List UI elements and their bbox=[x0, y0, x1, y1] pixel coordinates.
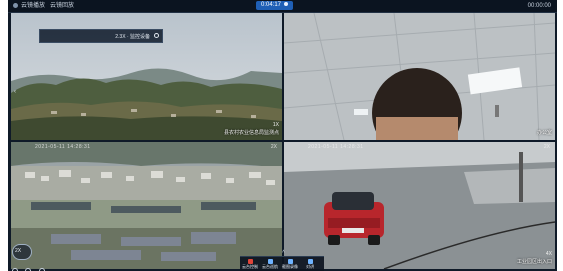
dock-capture[interactable]: 截图录像 bbox=[282, 258, 298, 271]
dock-intercom[interactable]: 对讲 bbox=[302, 258, 318, 271]
town-aerial-feed bbox=[11, 142, 282, 269]
video-monitor-app: 云镜播放 云镜回放 0:04:17 00:00:00 2.3X · 监控设备 县… bbox=[8, 0, 557, 271]
video-pane-2[interactable]: 办公室 bbox=[284, 13, 555, 140]
road-camera-feed bbox=[284, 142, 555, 269]
dock-ptz-control[interactable]: 云台控制 bbox=[242, 258, 258, 271]
overlay-tag: 4X bbox=[545, 251, 552, 257]
dock-label: 截图录像 bbox=[282, 264, 298, 269]
zoom-value: 2X bbox=[15, 248, 22, 254]
camera-label: 工业园区出入口 bbox=[516, 259, 552, 265]
zoom-control[interactable]: 2X bbox=[12, 244, 32, 260]
video-pane-4[interactable]: 2021-05-11 14:28:31 2X 工业园区出入口 4X bbox=[284, 142, 555, 269]
clock-icon bbox=[284, 2, 289, 7]
video-pane-3[interactable]: 2021-05-11 14:28:31 2X bbox=[11, 142, 282, 269]
dock-label: 云台巡航 bbox=[262, 264, 278, 269]
top-right-time: 00:00:00 bbox=[527, 3, 551, 9]
ptz-info-box: 2.3X · 监控设备 bbox=[39, 29, 163, 43]
zoom-tag: 1X bbox=[272, 122, 279, 128]
camera-name: 办公室 bbox=[536, 130, 552, 136]
prev-arrow-icon[interactable]: ‹ bbox=[14, 88, 18, 96]
refresh-icon[interactable] bbox=[154, 33, 159, 38]
dock-label: 对讲 bbox=[306, 264, 314, 269]
tab-live[interactable]: 云镜播放 bbox=[21, 2, 45, 10]
bottom-dock: 云台控制 云台巡航 截图录像 对讲 bbox=[240, 256, 324, 271]
zoom-tag: 2X bbox=[543, 144, 550, 150]
camera-label: 办公室 bbox=[537, 130, 552, 137]
chevron-up-icon[interactable]: ˄ bbox=[280, 250, 287, 255]
zoom-tag: 2X bbox=[270, 144, 277, 150]
clock-badge: 0:04:17 bbox=[256, 1, 294, 10]
menu-icon[interactable] bbox=[13, 3, 18, 8]
ptz-info-text: 2.3X · 监控设备 bbox=[115, 34, 150, 40]
video-pane-1[interactable]: 2.3X · 监控设备 县农村农业信息局监测点 1X ‹ bbox=[11, 13, 282, 140]
dock-ptz-cruise[interactable]: 云台巡航 bbox=[262, 258, 278, 271]
video-timestamp: 2021-05-11 14:28:31 bbox=[308, 144, 364, 150]
video-timestamp: 2021-05-11 14:28:31 bbox=[35, 144, 91, 150]
camera-label: 县农村农业信息局监测点 bbox=[223, 130, 279, 136]
bottom-left-tools bbox=[12, 261, 48, 271]
office-camera-feed bbox=[284, 13, 555, 140]
top-toolbar: 云镜播放 云镜回放 0:04:17 00:00:00 bbox=[8, 0, 557, 13]
dock-label: 云台控制 bbox=[242, 264, 258, 269]
tab-playback[interactable]: 云镜回放 bbox=[50, 2, 74, 10]
clock-text: 0:04:17 bbox=[261, 2, 282, 8]
